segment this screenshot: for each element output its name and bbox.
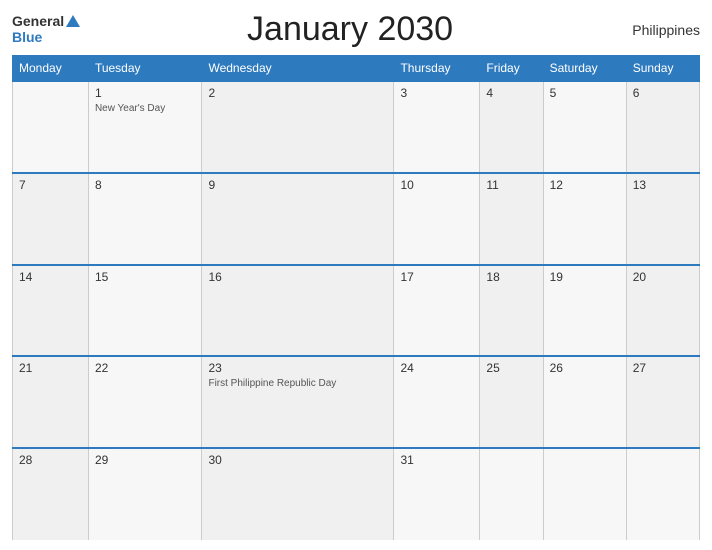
day-number: 27 xyxy=(633,361,693,375)
calendar-week-row: 14 15 16 17 18 19 20 xyxy=(13,265,700,357)
calendar-cell: 16 xyxy=(202,265,394,357)
calendar-cell xyxy=(543,448,626,540)
day-number: 10 xyxy=(400,178,473,192)
col-wednesday: Wednesday xyxy=(202,56,394,82)
calendar-cell: 21 xyxy=(13,356,89,448)
col-tuesday: Tuesday xyxy=(88,56,202,82)
day-header-row: Monday Tuesday Wednesday Thursday Friday… xyxy=(13,56,700,82)
day-number: 19 xyxy=(550,270,620,284)
col-thursday: Thursday xyxy=(394,56,480,82)
logo: General Blue xyxy=(12,14,80,45)
day-number: 29 xyxy=(95,453,196,467)
day-number: 17 xyxy=(400,270,473,284)
col-friday: Friday xyxy=(480,56,543,82)
day-number: 31 xyxy=(400,453,473,467)
calendar-cell: 23 First Philippine Republic Day xyxy=(202,356,394,448)
holiday-name: New Year's Day xyxy=(95,102,196,115)
col-monday: Monday xyxy=(13,56,89,82)
calendar-cell: 8 xyxy=(88,173,202,265)
calendar-cell xyxy=(480,448,543,540)
calendar-header: General Blue January 2030 Philippines xyxy=(12,10,700,49)
calendar-cell: 12 xyxy=(543,173,626,265)
calendar-table: Monday Tuesday Wednesday Thursday Friday… xyxy=(12,55,700,540)
col-sunday: Sunday xyxy=(626,56,699,82)
day-number: 12 xyxy=(550,178,620,192)
calendar-cell: 26 xyxy=(543,356,626,448)
day-number: 14 xyxy=(19,270,82,284)
calendar-cell: 27 xyxy=(626,356,699,448)
calendar-cell: 9 xyxy=(202,173,394,265)
day-number: 9 xyxy=(208,178,387,192)
calendar-cell: 17 xyxy=(394,265,480,357)
calendar-cell: 10 xyxy=(394,173,480,265)
day-number: 5 xyxy=(550,86,620,100)
day-number: 13 xyxy=(633,178,693,192)
day-number: 28 xyxy=(19,453,82,467)
day-number: 16 xyxy=(208,270,387,284)
calendar-cell xyxy=(626,448,699,540)
calendar-cell: 25 xyxy=(480,356,543,448)
calendar-cell: 7 xyxy=(13,173,89,265)
day-number: 20 xyxy=(633,270,693,284)
calendar-week-row: 789 10 11 12 13 xyxy=(13,173,700,265)
day-number: 11 xyxy=(486,178,536,192)
calendar-cell: 13 xyxy=(626,173,699,265)
calendar-cell: 14 xyxy=(13,265,89,357)
calendar-title: January 2030 xyxy=(80,10,620,49)
day-number: 25 xyxy=(486,361,536,375)
holiday-name: First Philippine Republic Day xyxy=(208,377,387,390)
calendar-cell: 22 xyxy=(88,356,202,448)
calendar-cell: 29 xyxy=(88,448,202,540)
day-number: 23 xyxy=(208,361,387,375)
day-number: 8 xyxy=(95,178,196,192)
day-number: 4 xyxy=(486,86,536,100)
calendar-cell: 2 xyxy=(202,81,394,173)
day-number: 3 xyxy=(400,86,473,100)
calendar-cell: 28 xyxy=(13,448,89,540)
calendar-week-row: 1 New Year's Day 23456 xyxy=(13,81,700,173)
logo-general-text: General xyxy=(12,14,64,29)
day-number: 1 xyxy=(95,86,196,100)
calendar-week-row: 21 22 23 First Philippine Republic Day 24 25 2… xyxy=(13,356,700,448)
calendar-cell xyxy=(13,81,89,173)
calendar-week-row: 28 29 30 31 xyxy=(13,448,700,540)
calendar-cell: 15 xyxy=(88,265,202,357)
day-number: 26 xyxy=(550,361,620,375)
day-number: 22 xyxy=(95,361,196,375)
calendar-cell: 30 xyxy=(202,448,394,540)
calendar-wrapper: General Blue January 2030 Philippines Mo… xyxy=(0,0,712,550)
day-number: 18 xyxy=(486,270,536,284)
calendar-cell: 5 xyxy=(543,81,626,173)
day-number: 21 xyxy=(19,361,82,375)
logo-blue-text: Blue xyxy=(12,30,42,45)
day-number: 15 xyxy=(95,270,196,284)
day-number: 2 xyxy=(208,86,387,100)
calendar-cell: 24 xyxy=(394,356,480,448)
col-saturday: Saturday xyxy=(543,56,626,82)
calendar-cell: 31 xyxy=(394,448,480,540)
calendar-cell: 11 xyxy=(480,173,543,265)
day-number: 6 xyxy=(633,86,693,100)
day-number: 24 xyxy=(400,361,473,375)
calendar-cell: 4 xyxy=(480,81,543,173)
calendar-cell: 18 xyxy=(480,265,543,357)
calendar-cell: 6 xyxy=(626,81,699,173)
day-number: 7 xyxy=(19,178,82,192)
calendar-cell: 20 xyxy=(626,265,699,357)
calendar-cell: 3 xyxy=(394,81,480,173)
country-label: Philippines xyxy=(620,22,700,38)
calendar-cell: 19 xyxy=(543,265,626,357)
logo-triangle-icon xyxy=(66,15,80,27)
day-number: 30 xyxy=(208,453,387,467)
calendar-cell: 1 New Year's Day xyxy=(88,81,202,173)
